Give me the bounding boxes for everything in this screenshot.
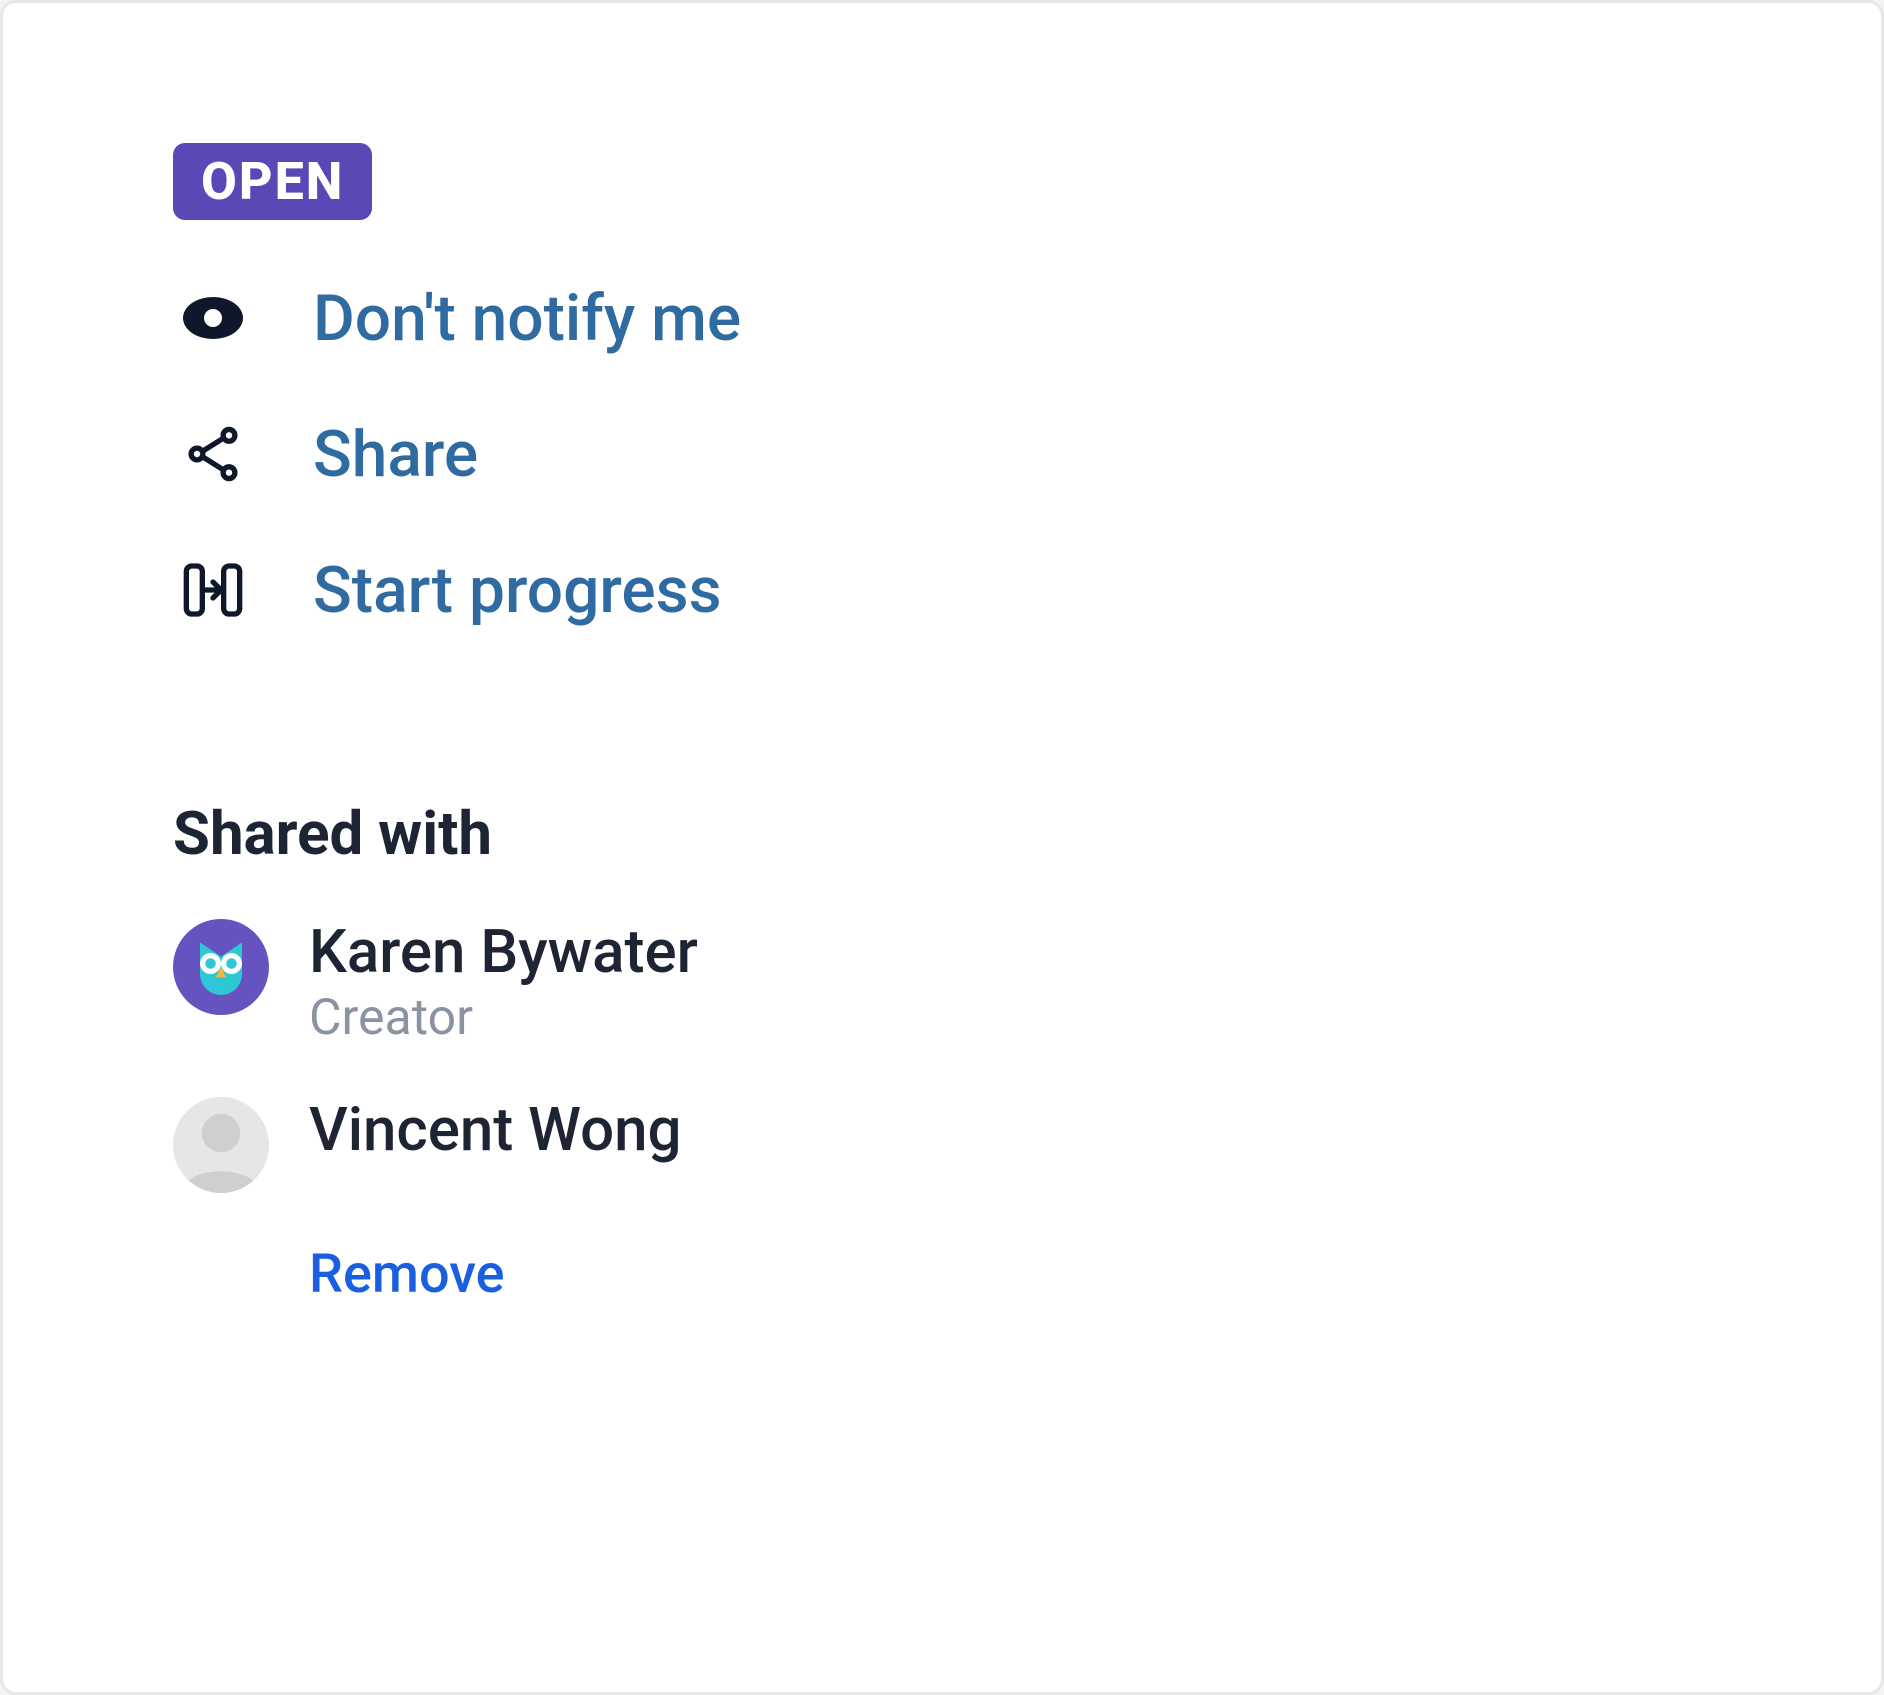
action-label: Share (313, 417, 478, 492)
share-icon (173, 414, 253, 494)
action-label: Don't notify me (313, 281, 741, 356)
shared-person-name: Karen Bywater (309, 919, 698, 985)
actions-list: Don't notify me Share (173, 250, 1711, 658)
issue-side-panel: OPEN Don't notify me Sh (0, 0, 1884, 1695)
shared-person: Vincent Wong (173, 1097, 1711, 1193)
action-label: Start progress (313, 553, 722, 628)
avatar (173, 919, 269, 1015)
shared-person-name: Vincent Wong (309, 1097, 682, 1163)
shared-person-role: Creator (309, 989, 698, 1047)
start-progress-action[interactable]: Start progress (173, 522, 1711, 658)
share-action[interactable]: Share (173, 386, 1711, 522)
transition-icon (173, 550, 253, 630)
shared-with-list: Karen Bywater Creator Vincent Wong Remov… (173, 919, 1711, 1306)
dont-notify-me-action[interactable]: Don't notify me (173, 250, 1711, 386)
remove-share-link[interactable]: Remove (309, 1243, 1711, 1306)
shared-person-info: Vincent Wong (309, 1097, 682, 1163)
shared-with-heading: Shared with (173, 798, 1711, 869)
status-badge[interactable]: OPEN (173, 143, 372, 220)
watching-eye-icon (173, 278, 253, 358)
avatar (173, 1097, 269, 1193)
shared-person-info: Karen Bywater Creator (309, 919, 698, 1047)
shared-person: Karen Bywater Creator (173, 919, 1711, 1047)
